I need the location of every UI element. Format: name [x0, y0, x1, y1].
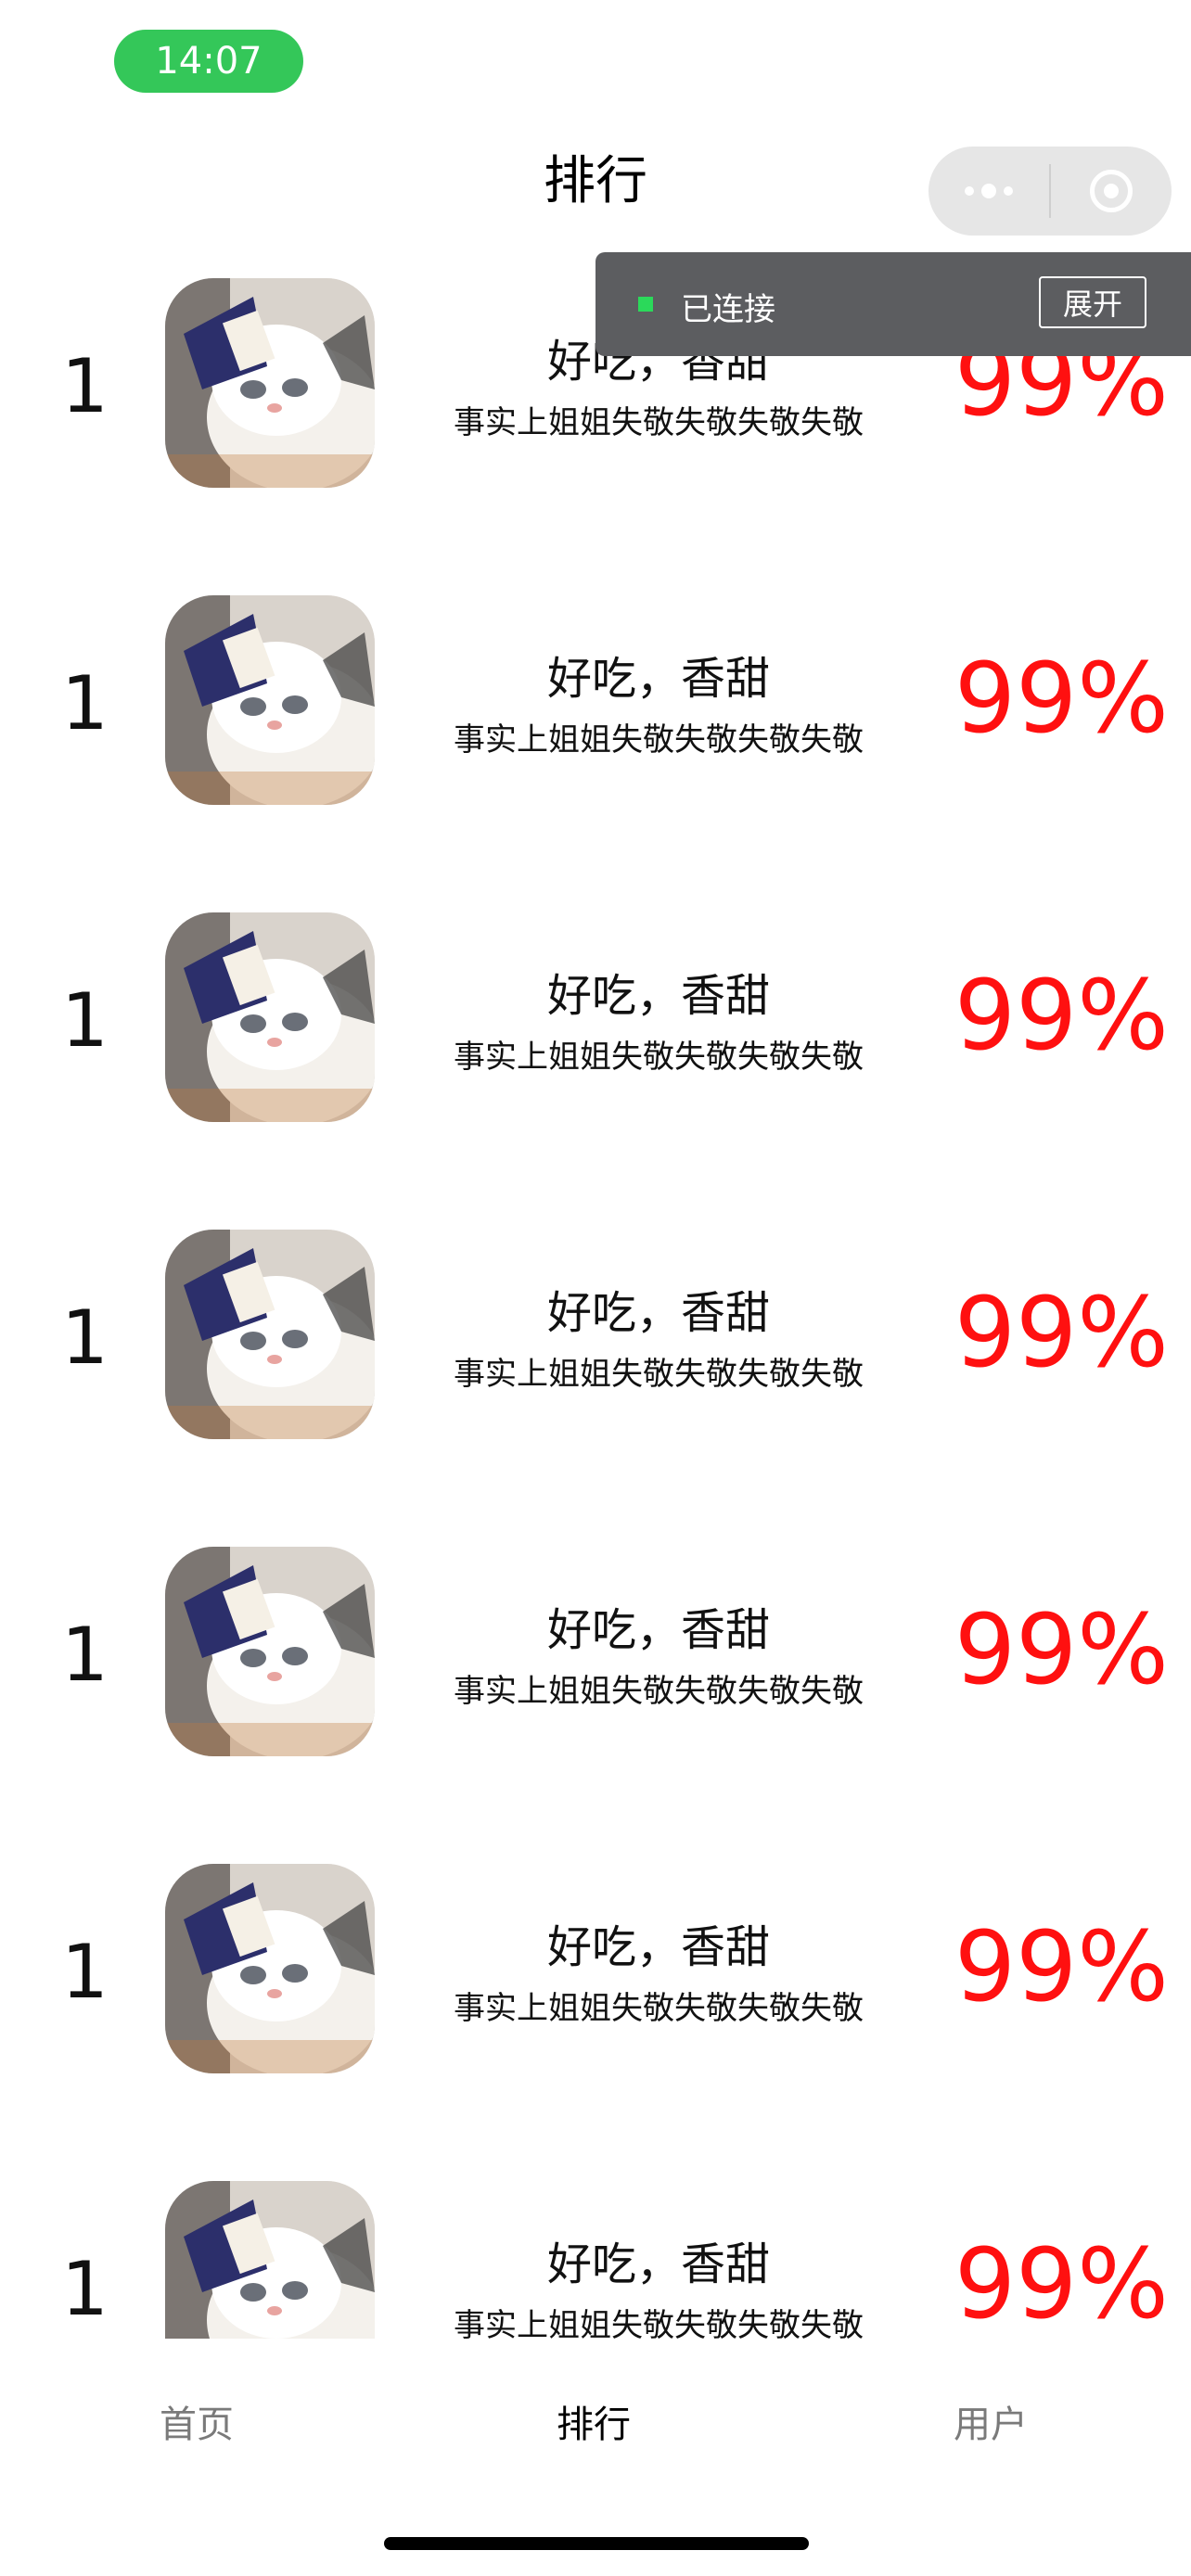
- item-percent: 99%: [954, 1593, 1169, 1706]
- list-item[interactable]: 1 好吃，香甜 事实上姐姐失敬失敬失敬失敬 99%: [0, 1230, 1191, 1547]
- cat-avatar-image: [165, 1230, 375, 1439]
- ranking-list: 1 好吃，香甜 事实上姐姐失敬失敬失敬失敬 99% 1 好吃，香甜 事实上姐姐失…: [0, 278, 1191, 2339]
- cat-avatar-image: [165, 278, 375, 488]
- close-button[interactable]: [1051, 147, 1172, 236]
- item-description: 事实上姐姐失敬失敬失敬失敬: [454, 2307, 864, 2339]
- debug-status-text: 已连接: [681, 291, 775, 328]
- cat-avatar-image: [165, 595, 375, 805]
- tab-home[interactable]: 首页: [160, 2394, 234, 2448]
- rank-number: 1: [61, 1612, 109, 1698]
- item-percent: 99%: [954, 1910, 1169, 2023]
- status-time: 14:07: [114, 30, 303, 93]
- more-button[interactable]: [928, 147, 1049, 236]
- cat-avatar-image: [165, 912, 375, 1122]
- home-indicator: [384, 2537, 809, 2550]
- item-description: 事实上姐姐失敬失敬失敬失敬: [454, 1039, 864, 1076]
- item-percent: 99%: [954, 2227, 1169, 2339]
- cat-avatar-image: [165, 1864, 375, 2073]
- rank-number: 1: [61, 1294, 109, 1381]
- list-item[interactable]: 1 好吃，香甜 事实上姐姐失敬失敬失敬失敬 99%: [0, 1547, 1191, 1864]
- item-title: 好吃，香甜: [546, 2238, 770, 2290]
- item-description: 事实上姐姐失敬失敬失敬失敬: [454, 1673, 864, 1710]
- item-percent: 99%: [954, 959, 1169, 1072]
- rank-number: 1: [61, 343, 109, 429]
- cat-avatar-image: [165, 2181, 375, 2339]
- tab-user[interactable]: 用户: [954, 2394, 1028, 2448]
- rank-number: 1: [61, 2246, 109, 2332]
- item-title: 好吃，香甜: [546, 1921, 770, 1973]
- connected-indicator-icon: [638, 297, 653, 312]
- bottom-tab-bar: 首页 排行 用户: [0, 2339, 1191, 2496]
- item-description: 事实上姐姐失敬失敬失敬失敬: [454, 404, 864, 441]
- item-title: 好吃，香甜: [546, 1604, 770, 1656]
- debug-connection-bar: 已连接 展开: [596, 252, 1191, 356]
- list-item[interactable]: 1 好吃，香甜 事实上姐姐失敬失敬失敬失敬 99%: [0, 595, 1191, 912]
- item-title: 好吃，香甜: [546, 1287, 770, 1339]
- item-description: 事实上姐姐失敬失敬失敬失敬: [454, 1990, 864, 2027]
- item-description: 事实上姐姐失敬失敬失敬失敬: [454, 721, 864, 759]
- cat-avatar-image: [165, 1547, 375, 1756]
- item-description: 事实上姐姐失敬失敬失敬失敬: [454, 1356, 864, 1393]
- list-item[interactable]: 1 好吃，香甜 事实上姐姐失敬失敬失敬失敬 99%: [0, 1864, 1191, 2181]
- item-title: 好吃，香甜: [546, 653, 770, 705]
- close-target-icon: [1090, 170, 1133, 212]
- list-item[interactable]: 1 好吃，香甜 事实上姐姐失敬失敬失敬失敬 99%: [0, 2181, 1191, 2339]
- expand-button[interactable]: 展开: [1039, 276, 1146, 328]
- mini-program-capsule: [928, 147, 1172, 236]
- rank-number: 1: [61, 977, 109, 1064]
- rank-number: 1: [61, 1929, 109, 2015]
- tab-rank[interactable]: 排行: [557, 2394, 631, 2448]
- rank-number: 1: [61, 660, 109, 746]
- list-item[interactable]: 1 好吃，香甜 事实上姐姐失敬失敬失敬失敬 99%: [0, 912, 1191, 1230]
- item-title: 好吃，香甜: [546, 970, 770, 1022]
- item-percent: 99%: [954, 642, 1169, 755]
- item-percent: 99%: [954, 1276, 1169, 1389]
- more-dots-icon: [965, 184, 1013, 198]
